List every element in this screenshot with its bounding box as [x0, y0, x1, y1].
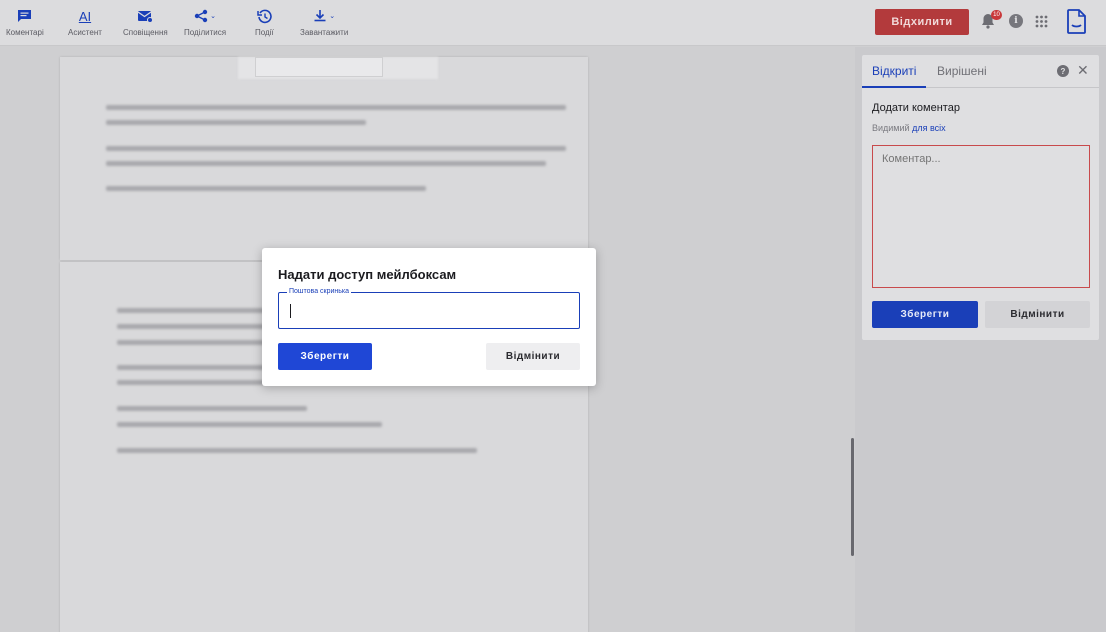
text-line	[106, 146, 566, 151]
ai-icon-glyph: AI	[78, 8, 92, 24]
text-line	[117, 365, 267, 370]
dialog-title: Надати доступ мейлбоксам	[278, 267, 457, 282]
text-line	[117, 422, 382, 427]
info-icon[interactable]: i	[1009, 14, 1023, 28]
mailbox-field[interactable]: Поштова скринька	[278, 288, 580, 329]
document-logo-icon[interactable]	[1067, 9, 1086, 39]
text-line	[117, 380, 267, 385]
share-tool-label: Поділитися	[184, 28, 227, 37]
active-tab-indicator	[862, 86, 926, 88]
history-icon	[257, 8, 272, 24]
text-line	[117, 308, 267, 313]
text-line	[117, 324, 267, 329]
download-icon: ⌄	[313, 8, 335, 24]
share-icon: ⌄	[194, 8, 216, 24]
stamp-box	[255, 57, 383, 77]
history-tool-label: Події	[255, 28, 274, 37]
download-tool[interactable]: ⌄ Завантажити	[300, 8, 348, 37]
comments-panel: Відкриті Вирішені ? ✕ Додати коментар Ви…	[855, 47, 1106, 632]
tab-open[interactable]: Відкриті	[872, 64, 916, 78]
ai-icon: AI	[79, 8, 91, 24]
mail-notify-icon	[137, 8, 154, 24]
add-comment-title: Додати коментар	[872, 102, 960, 114]
help-icon[interactable]: ?	[1057, 65, 1069, 77]
top-toolbar: Коментарі AI Асистент Сповіщення ⌄ Поділ…	[0, 0, 1106, 46]
notifications-tool[interactable]: Сповіщення	[123, 8, 168, 37]
assistant-tool-label: Асистент	[68, 28, 102, 37]
text-line	[106, 120, 366, 125]
text-line	[117, 448, 477, 453]
visibility-prefix: Видимий	[872, 123, 910, 133]
comments-card: Відкриті Вирішені ? ✕ Додати коментар Ви…	[862, 55, 1099, 340]
share-mailbox-dialog: Надати доступ мейлбоксам Поштова скриньк…	[262, 248, 596, 386]
panel-save-button[interactable]: Зберегти	[872, 301, 978, 328]
comment-input[interactable]	[872, 145, 1090, 288]
visibility-info: Видимий для всіх	[872, 123, 946, 133]
text-line	[117, 406, 307, 411]
text-line	[106, 105, 566, 110]
notification-badge: 10	[991, 10, 1002, 20]
reject-button[interactable]: Відхилити	[875, 9, 969, 35]
text-cursor	[290, 304, 291, 318]
mailbox-field-label: Поштова скринька	[287, 288, 352, 295]
close-icon[interactable]: ✕	[1077, 62, 1089, 79]
panel-cancel-button[interactable]: Відмінити	[985, 301, 1090, 328]
assistant-tool[interactable]: AI Асистент	[68, 8, 102, 38]
comments-tool[interactable]: Коментарі	[6, 8, 44, 37]
document-page	[60, 57, 588, 260]
comments-tool-label: Коментарі	[6, 28, 44, 37]
download-tool-label: Завантажити	[300, 28, 349, 37]
dialog-save-button[interactable]: Зберегти	[278, 343, 372, 370]
comments-tabs: Відкриті Вирішені ? ✕	[862, 55, 1099, 88]
dialog-cancel-button[interactable]: Відмінити	[486, 343, 580, 370]
text-line	[117, 340, 267, 345]
text-line	[106, 161, 546, 166]
tab-solved[interactable]: Вирішені	[937, 64, 987, 78]
notifications-tool-label: Сповіщення	[123, 28, 168, 37]
visibility-link[interactable]: для всіх	[912, 123, 946, 133]
apps-grid-icon[interactable]	[1035, 15, 1048, 33]
history-tool[interactable]: Події	[255, 8, 274, 37]
mailbox-input[interactable]	[288, 302, 568, 320]
comment-icon	[17, 8, 32, 24]
chevron-down-icon: ⌄	[210, 13, 216, 20]
share-tool[interactable]: ⌄ Поділитися	[184, 8, 226, 37]
document-scrollbar[interactable]	[851, 438, 854, 556]
text-line	[106, 186, 426, 191]
chevron-down-icon: ⌄	[329, 13, 336, 20]
